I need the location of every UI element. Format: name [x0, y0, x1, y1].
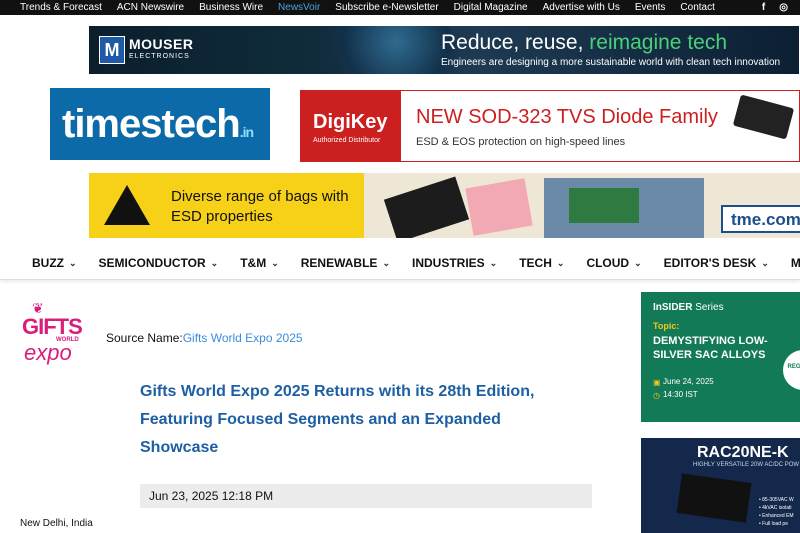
clock-icon: ◷: [653, 391, 660, 400]
insider-label-b: Series: [692, 302, 724, 313]
site-logo[interactable]: timestech.in: [50, 88, 270, 160]
mouser-headline-part2: reimagine tech: [589, 31, 728, 54]
chevron-down-icon: ⌄: [761, 257, 769, 268]
mouser-banner-ad[interactable]: M MOUSER ELECTRONICS Reduce, reuse, reim…: [89, 26, 799, 74]
chevron-down-icon: ⌄: [382, 257, 390, 268]
chevron-down-icon: ⌄: [489, 257, 498, 268]
nav-item-cloud[interactable]: CLOUD ⌄: [586, 256, 641, 270]
insider-headline: DEMYSTIFYING LOW-SILVER SAC ALLOYS: [653, 335, 768, 361]
article-date-bar: Jun 23, 2025 12:18 PM: [140, 484, 592, 508]
top-link-trends[interactable]: Trends & Forecast: [20, 2, 102, 13]
esd-bag-pink-image: [465, 178, 533, 236]
nav-label: INDUSTRIES: [411, 256, 485, 270]
chevron-down-icon: ⌄: [634, 257, 642, 268]
insider-time: 14:30 IST: [663, 390, 698, 399]
insider-series-ad[interactable]: InSIDER Series Topic: DEMYSTIFYING LOW-S…: [641, 292, 800, 422]
top-link-contact[interactable]: Contact: [680, 2, 714, 13]
source-link[interactable]: Gifts World Expo 2025: [183, 331, 303, 345]
pcb-image: [569, 188, 639, 223]
rac-feature: • 4kVAC isolati: [759, 505, 792, 511]
site-logo-name: timestech: [62, 102, 241, 146]
digikey-brand-sub: Authorized Distributor: [313, 137, 381, 144]
tme-banner-text: Diverse range of bags with ESD propertie…: [171, 188, 349, 225]
power-module-image: [676, 473, 752, 523]
article-dateline: New Delhi, India: [20, 518, 93, 529]
nav-label: BUZZ: [32, 256, 64, 270]
top-link-acn[interactable]: ACN Newswire: [117, 2, 184, 13]
mouser-headline: Reduce, reuse, reimagine tech: [441, 31, 727, 55]
source-label: Source Name:: [106, 331, 183, 345]
rac-feature: • Full load pe: [759, 521, 788, 527]
digikey-headline: NEW SOD-323 TVS Diode Family: [416, 106, 718, 128]
source-line: Source Name:Gifts World Expo 2025: [106, 331, 303, 345]
globe-graphic: [319, 26, 459, 74]
tme-brand: tme.com: [731, 210, 800, 229]
rac20ne-ad[interactable]: RAC20NE-K HIGHLY VERSATILE 20W AC/DC POW…: [641, 438, 800, 533]
top-bar: Trends & Forecast ACN Newswire Business …: [0, 0, 800, 15]
top-links: Trends & Forecast ACN Newswire Business …: [20, 0, 715, 15]
main-nav: BUZZ ⌄ SEMICONDUCTOR ⌄ T&M ⌄ RENEWABLE ⌄ IND…: [0, 247, 800, 280]
rac-features: • 85-305VAC W • 4kVAC isolati • Enhanced…: [759, 496, 794, 528]
top-link-digital-magazine[interactable]: Digital Magazine: [454, 2, 528, 13]
nav-label: RENEWABLE: [300, 256, 378, 270]
article-date: Jun 23, 2025 12:18 PM: [149, 489, 274, 503]
nav-item-industries[interactable]: INDUSTRIES ⌄: [412, 256, 497, 270]
rac-subtext: HIGHLY VERSATILE 20W AC/DC POW: [693, 462, 800, 468]
article-title: Gifts World Expo 2025 Returns with its 2…: [140, 383, 535, 456]
top-link-advertise[interactable]: Advertise with Us: [543, 2, 620, 13]
top-link-business-wire[interactable]: Business Wire: [199, 2, 263, 13]
tme-banner-ad[interactable]: Diverse range of bags with ESD propertie…: [89, 173, 800, 238]
rac-headline: RAC20NE-K: [697, 444, 789, 461]
insider-label-a: InSIDER: [653, 302, 693, 313]
insider-topic-label: Topic:: [653, 321, 680, 331]
digikey-brand: DigiKey: [313, 111, 388, 133]
mouser-headline-part1: Reduce, reuse,: [441, 31, 590, 54]
nav-item-buzz[interactable]: BUZZ ⌄: [32, 256, 77, 270]
site-logo-text: timestech.in: [62, 102, 254, 147]
insider-series-label: InSIDER Series: [653, 302, 724, 313]
nav-label: T&M: [240, 256, 267, 270]
nav-label: CLOUD: [586, 256, 630, 270]
instagram-icon[interactable]: ◎: [779, 2, 788, 13]
nav-item-semiconductor[interactable]: SEMICONDUCTOR ⌄: [99, 256, 219, 270]
mouser-brand-sub: ELECTRONICS: [129, 53, 190, 60]
calendar-icon: ▣: [653, 378, 661, 387]
digikey-banner-ad[interactable]: DigiKey Authorized Distributor NEW SOD-3…: [300, 90, 800, 162]
mouser-brand: MOUSER: [129, 36, 194, 52]
mouser-logo-icon: M: [99, 36, 125, 64]
social-links: f ◎: [762, 0, 788, 15]
diode-chip-image: [732, 94, 795, 140]
nav-item-renewable[interactable]: RENEWABLE ⌄: [301, 256, 390, 270]
nav-label: TECH: [519, 256, 552, 270]
chevron-down-icon: ⌄: [69, 257, 77, 268]
nav-label: EDITOR'S DESK: [663, 256, 757, 270]
mouser-subtext: Engineers are designing a more sustainab…: [441, 57, 781, 68]
nav-label: MORE: [790, 256, 800, 270]
rac-feature: • Enhanced EM: [759, 513, 794, 519]
top-link-newsvoir[interactable]: NewsVoir: [278, 2, 320, 13]
tme-logo: tme.com: [721, 205, 800, 233]
nav-item-tech[interactable]: TECH ⌄: [519, 256, 564, 270]
top-link-subscribe[interactable]: Subscribe e-Newsletter: [335, 2, 438, 13]
chevron-down-icon: ⌄: [556, 257, 565, 268]
esd-warning-icon: [104, 185, 150, 225]
gifts-logo-expo: expo: [24, 340, 72, 365]
nav-item-editors-desk[interactable]: EDITOR'S DESK ⌄: [664, 256, 769, 270]
chevron-down-icon: ⌄: [210, 257, 219, 268]
nav-label: SEMICONDUCTOR: [98, 256, 206, 270]
esd-panel: Diverse range of bags with ESD propertie…: [89, 173, 364, 238]
gifts-world-expo-logo: ❦ GIFTS WORLD expo: [22, 300, 92, 368]
digikey-logo: DigiKey Authorized Distributor: [301, 91, 401, 161]
top-link-events[interactable]: Events: [635, 2, 666, 13]
chevron-down-icon: ⌄: [271, 257, 279, 268]
site-logo-suffix: .in: [239, 124, 254, 140]
esd-bag-black-image: [383, 176, 470, 238]
nav-item-more[interactable]: MORE: [791, 256, 800, 270]
rac-feature: • 85-305VAC W: [759, 497, 794, 503]
insider-date: June 24, 2025: [663, 377, 714, 386]
nav-item-tm[interactable]: T&M ⌄: [240, 256, 279, 270]
facebook-icon[interactable]: f: [762, 2, 765, 13]
digikey-subtext: ESD & EOS protection on high-speed lines: [416, 136, 626, 148]
